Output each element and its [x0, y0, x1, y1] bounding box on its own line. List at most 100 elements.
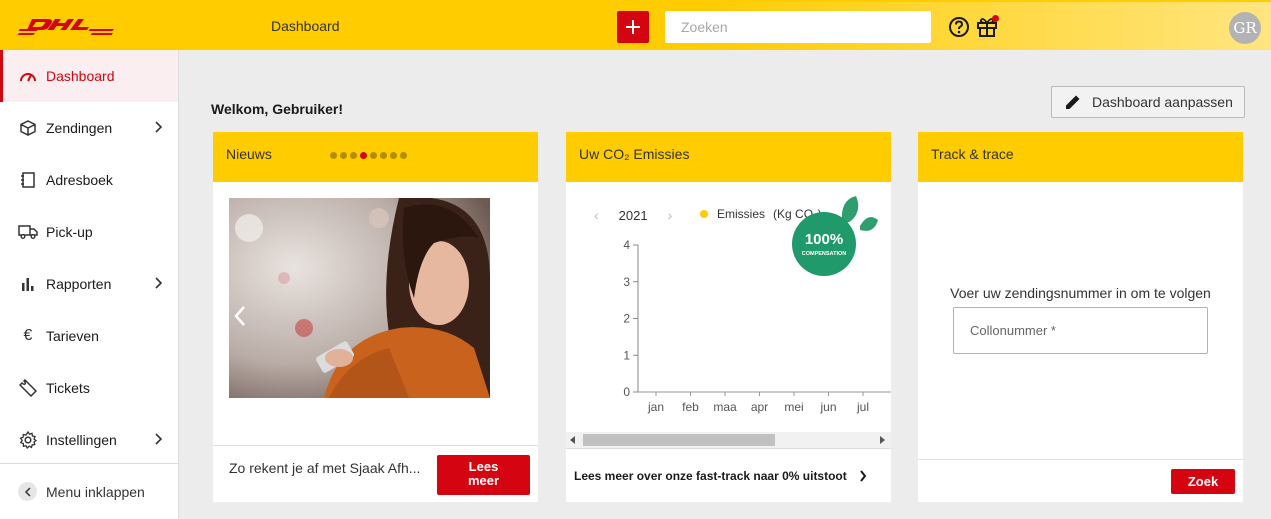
co2-card-title: Uw CO₂ Emissies: [579, 146, 690, 162]
chevron-right-icon: [859, 469, 867, 482]
sidebar-item-label: Dashboard: [46, 68, 115, 84]
track-card-footer: Zoek: [918, 459, 1243, 502]
y-tick-label: 4: [623, 238, 630, 252]
notification-dot: [992, 15, 999, 22]
y-tick-label: 2: [623, 312, 630, 326]
co2-footer-link[interactable]: Lees meer over onze fast-track naar 0% u…: [574, 469, 847, 483]
question-circle-icon[interactable]: [948, 16, 970, 38]
co2-card-header: Uw CO₂ Emissies: [566, 132, 891, 182]
header-title: Dashboard: [271, 18, 340, 34]
welcome-heading: Welkom, Gebruiker!: [211, 101, 344, 117]
sidebar-item-instellingen[interactable]: Instellingen: [0, 414, 178, 466]
next-year-icon[interactable]: ›: [668, 207, 673, 223]
x-tick-label: maa: [713, 400, 737, 414]
sidebar-item-tarieven[interactable]: € Tarieven: [0, 310, 178, 362]
collapse-label: Menu inklappen: [46, 483, 145, 500]
chevron-right-icon: [155, 277, 163, 289]
sidebar-item-label: Tickets: [46, 380, 90, 396]
edit-dashboard-button[interactable]: Dashboard aanpassen: [1051, 86, 1245, 118]
truck-icon: [18, 222, 38, 242]
x-tick-label: jun: [819, 400, 836, 414]
track-card-header: Track & trace: [918, 132, 1243, 182]
sidebar-item-label: Tarieven: [46, 328, 99, 344]
carousel-dot[interactable]: [390, 152, 397, 159]
bar-chart-icon: [18, 274, 38, 294]
sidebar-item-adresboek[interactable]: Adresboek: [0, 154, 178, 206]
chevron-left-icon: [18, 482, 37, 501]
badge-percent: 100%: [805, 231, 843, 248]
address-book-icon: [18, 170, 38, 190]
legend-swatch: [700, 210, 708, 218]
chevron-right-icon: [155, 433, 163, 445]
sidebar-item-label: Instellingen: [46, 432, 117, 448]
track-prompt: Voer uw zendingsnummer in om te volgen: [950, 285, 1211, 301]
year-navigator: ‹ 2021 ›: [594, 207, 672, 223]
carousel-dot[interactable]: [350, 152, 357, 159]
legend-label: Emissies: [717, 207, 766, 221]
chevron-left-icon[interactable]: [233, 305, 247, 327]
read-more-line1: Lees: [468, 459, 499, 474]
sidebar-item-tickets[interactable]: Tickets: [0, 362, 178, 414]
x-tick-label: feb: [682, 400, 699, 414]
x-tick-label: jan: [647, 400, 664, 414]
co2-card: Uw CO₂ Emissies ‹ 2021 › Emissies (Kg CO…: [566, 132, 891, 502]
carousel-dot-active[interactable]: [360, 152, 367, 159]
avatar[interactable]: GR: [1229, 12, 1261, 44]
y-tick-label: 0: [623, 385, 630, 399]
year-label: 2021: [618, 207, 648, 223]
carousel-dot[interactable]: [400, 152, 407, 159]
carousel-dots: [330, 152, 407, 159]
edit-dashboard-label: Dashboard aanpassen: [1092, 94, 1233, 110]
dhl-logo[interactable]: [18, 16, 114, 36]
gear-icon: [18, 430, 38, 450]
sidebar-item-label: Adresboek: [46, 172, 113, 188]
sidebar-item-label: Pick-up: [46, 224, 93, 240]
sidebar-item-label: Zendingen: [46, 120, 113, 136]
speedometer-icon: [18, 66, 38, 86]
carousel-dot[interactable]: [370, 152, 377, 159]
sidebar-item-dashboard[interactable]: Dashboard: [0, 50, 178, 102]
carousel-dot[interactable]: [330, 152, 337, 159]
collapse-menu-button[interactable]: Menu inklappen: [0, 463, 178, 519]
top-header: Dashboard GR: [0, 0, 1271, 50]
prev-year-icon[interactable]: ‹: [594, 207, 599, 223]
news-article-title[interactable]: Zo rekent je af met Sjaak Afh...: [229, 460, 420, 476]
sidebar: Dashboard Zendingen Adresboek Pick-up Ra…: [0, 50, 179, 519]
scroll-thumb[interactable]: [583, 434, 775, 446]
sidebar-item-zendingen[interactable]: Zendingen: [0, 102, 178, 154]
co2-card-footer[interactable]: Lees meer over onze fast-track naar 0% u…: [566, 448, 891, 502]
x-tick-label: jul: [856, 400, 869, 414]
add-button[interactable]: [617, 11, 649, 43]
track-card-title: Track & trace: [931, 146, 1014, 162]
carousel-dot[interactable]: [380, 152, 387, 159]
news-card-title: Nieuws: [226, 146, 272, 162]
chevron-right-icon: [155, 121, 163, 133]
y-tick-label: 1: [623, 348, 630, 362]
y-tick-label: 3: [623, 275, 630, 289]
search-input[interactable]: [665, 11, 931, 43]
news-image[interactable]: [229, 198, 490, 398]
pencil-icon: [1066, 95, 1080, 109]
read-more-button[interactable]: Lees meer: [437, 455, 530, 495]
sidebar-item-pickup[interactable]: Pick-up: [0, 206, 178, 258]
package-icon: [18, 118, 38, 138]
search-tracking-button[interactable]: Zoek: [1171, 469, 1235, 494]
scroll-left-icon[interactable]: [570, 436, 576, 444]
chart-scrollbar[interactable]: [566, 432, 891, 448]
news-card-header: Nieuws: [213, 132, 538, 182]
sidebar-item-label: Rapporten: [46, 276, 112, 292]
scroll-right-icon[interactable]: [879, 436, 885, 444]
plus-icon: [626, 20, 640, 34]
badge-caption: COMPENSATION: [802, 251, 847, 257]
x-tick-label: mei: [784, 400, 803, 414]
carousel-dot[interactable]: [340, 152, 347, 159]
ticket-icon: [18, 378, 38, 398]
compensation-badge: 100% COMPENSATION: [792, 196, 878, 276]
sidebar-item-rapporten[interactable]: Rapporten: [0, 258, 178, 310]
track-card: Track & trace Voer uw zendingsnummer in …: [918, 132, 1243, 502]
read-more-line2: meer: [467, 473, 500, 488]
news-card: Nieuws Zo rekent je af met Sjaak Afh... …: [213, 132, 538, 502]
news-card-footer: Zo rekent je af met Sjaak Afh... Lees me…: [213, 445, 538, 502]
tracking-number-input[interactable]: [953, 307, 1208, 354]
x-tick-label: apr: [751, 400, 768, 414]
